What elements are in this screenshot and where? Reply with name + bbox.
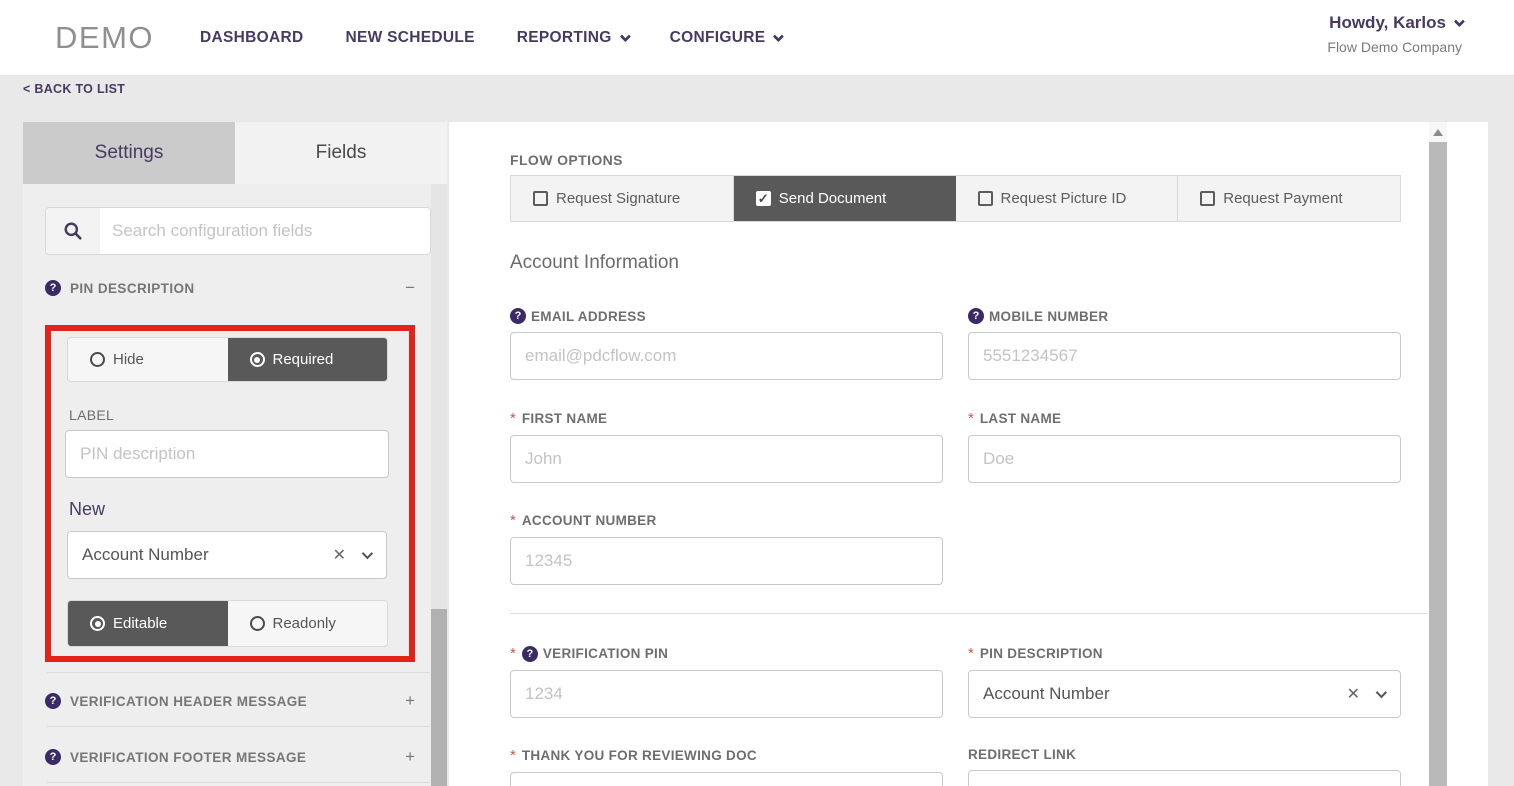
mobile-number-input[interactable] [968, 332, 1401, 380]
divider [47, 672, 430, 673]
toggle-option-required[interactable]: Required [227, 338, 387, 381]
chevron-down-icon [619, 30, 631, 42]
toggle-option-hide[interactable]: Hide [68, 338, 228, 381]
account-information-title: Account Information [510, 252, 679, 273]
search-icon [46, 208, 100, 254]
account-number-input[interactable] [510, 537, 943, 585]
top-nav: DEMO DASHBOARD NEW SCHEDULE REPORTING CO… [0, 0, 1514, 75]
checkbox-unchecked-icon [533, 191, 548, 206]
pin-type-select[interactable]: Account Number ✕ [67, 531, 387, 579]
scrollbar-thumb[interactable] [431, 609, 447, 786]
main-panel: FLOW OPTIONS Request Signature Send Docu… [449, 122, 1488, 786]
nav-item-reporting[interactable]: REPORTING [517, 29, 631, 47]
checkbox-checked-icon [755, 191, 771, 206]
field-first-name: * FIRST NAME [510, 410, 943, 483]
field-verification-pin: * VERIFICATION PIN [510, 645, 943, 718]
required-asterisk: * [510, 645, 516, 662]
help-icon[interactable] [45, 749, 61, 765]
help-icon[interactable] [45, 280, 61, 296]
help-icon[interactable] [521, 645, 538, 662]
chevron-down-icon [1375, 686, 1388, 699]
radio-unselected-icon [90, 352, 105, 367]
flow-option-send-document[interactable]: Send Document [733, 176, 956, 221]
clear-icon[interactable]: ✕ [1347, 684, 1360, 704]
radio-selected-icon [249, 352, 265, 367]
mode-toggle: Editable Readonly [67, 600, 388, 647]
expand-icon[interactable]: + [405, 691, 415, 711]
required-asterisk: * [510, 512, 516, 529]
field-account-number: * ACCOUNT NUMBER [510, 512, 943, 585]
flow-options-bar: Request Signature Send Document Request … [510, 175, 1401, 222]
pin-label-input[interactable] [65, 430, 389, 478]
config-search [45, 207, 431, 255]
required-asterisk: * [968, 645, 974, 662]
divider [47, 782, 430, 783]
expand-icon[interactable]: + [405, 747, 415, 767]
field-pin-description: * PIN DESCRIPTION Account Number ✕ [968, 645, 1401, 718]
nav-item-dashboard[interactable]: DASHBOARD [200, 29, 303, 47]
label-caption: LABEL [69, 407, 115, 423]
thank-you-doc-input[interactable] [510, 772, 943, 786]
nav-item-configure[interactable]: CONFIGURE [670, 29, 785, 47]
main-scrollbar[interactable] [1429, 122, 1447, 786]
accordion-verification-header[interactable]: VERIFICATION HEADER MESSAGE + [45, 688, 431, 714]
sidebar-tabs: Settings Fields [23, 122, 447, 184]
settings-sidebar: Settings Fields PIN DESCRIPTION − Hide [23, 122, 447, 786]
scrollbar-thumb[interactable] [1429, 142, 1447, 786]
checkbox-unchecked-icon [977, 191, 993, 206]
first-name-input[interactable] [510, 435, 943, 483]
help-icon[interactable] [968, 308, 984, 324]
field-email-address: EMAIL ADDRESS [510, 308, 943, 380]
flow-options-label: FLOW OPTIONS [510, 152, 623, 168]
toggle-option-readonly[interactable]: Readonly [227, 601, 387, 646]
required-asterisk: * [510, 410, 516, 427]
nav-item-new-schedule[interactable]: NEW SCHEDULE [345, 29, 474, 47]
verification-pin-input[interactable] [510, 670, 943, 718]
help-icon[interactable] [45, 693, 61, 709]
pin-description-select[interactable]: Account Number ✕ [968, 670, 1401, 718]
user-menu[interactable]: Howdy, Karlos [1329, 13, 1466, 33]
company-name: Flow Demo Company [1327, 39, 1462, 55]
visibility-toggle: Hide Required [67, 337, 388, 382]
field-mobile-number: MOBILE NUMBER [968, 308, 1401, 380]
divider [510, 613, 1427, 614]
highlighted-pin-panel: Hide Required LABEL New Account Number ✕ [45, 325, 415, 662]
toggle-option-editable[interactable]: Editable [68, 601, 228, 646]
tab-settings[interactable]: Settings [23, 122, 235, 184]
redirect-link-input[interactable] [968, 770, 1401, 786]
field-last-name: * LAST NAME [968, 410, 1401, 483]
flow-option-request-picture-id[interactable]: Request Picture ID [956, 176, 1179, 221]
field-redirect-link: REDIRECT LINK [968, 747, 1401, 786]
radio-unselected-icon [249, 616, 265, 631]
chevron-down-icon [361, 547, 374, 560]
demo-logo[interactable]: DEMO [55, 20, 154, 56]
new-caption: New [69, 499, 106, 519]
email-address-input[interactable] [510, 332, 943, 380]
last-name-input[interactable] [968, 435, 1401, 483]
field-thank-you-doc: * THANK YOU FOR REVIEWING DOC [510, 747, 943, 786]
radio-selected-icon [90, 616, 105, 631]
checkbox-unchecked-icon [1200, 191, 1216, 206]
sidebar-scrollbar[interactable] [431, 184, 447, 786]
search-input[interactable] [100, 208, 430, 254]
collapse-icon[interactable]: − [405, 278, 415, 298]
flow-option-request-signature[interactable]: Request Signature [511, 176, 734, 221]
accordion-pin-description[interactable]: PIN DESCRIPTION − [45, 275, 431, 301]
required-asterisk: * [510, 747, 516, 764]
flow-option-request-payment[interactable]: Request Payment [1178, 176, 1400, 221]
tab-fields[interactable]: Fields [235, 122, 447, 184]
chevron-down-icon [773, 30, 785, 42]
help-icon[interactable] [510, 308, 526, 324]
clear-icon[interactable]: ✕ [333, 545, 346, 565]
divider [47, 726, 430, 727]
back-to-list-link[interactable]: < BACK TO LIST [23, 82, 125, 96]
required-asterisk: * [968, 410, 974, 427]
scroll-up-arrow-icon[interactable] [1429, 122, 1447, 142]
accordion-verification-footer[interactable]: VERIFICATION FOOTER MESSAGE + [45, 744, 431, 770]
app-root: DEMO DASHBOARD NEW SCHEDULE REPORTING CO… [0, 0, 1514, 786]
